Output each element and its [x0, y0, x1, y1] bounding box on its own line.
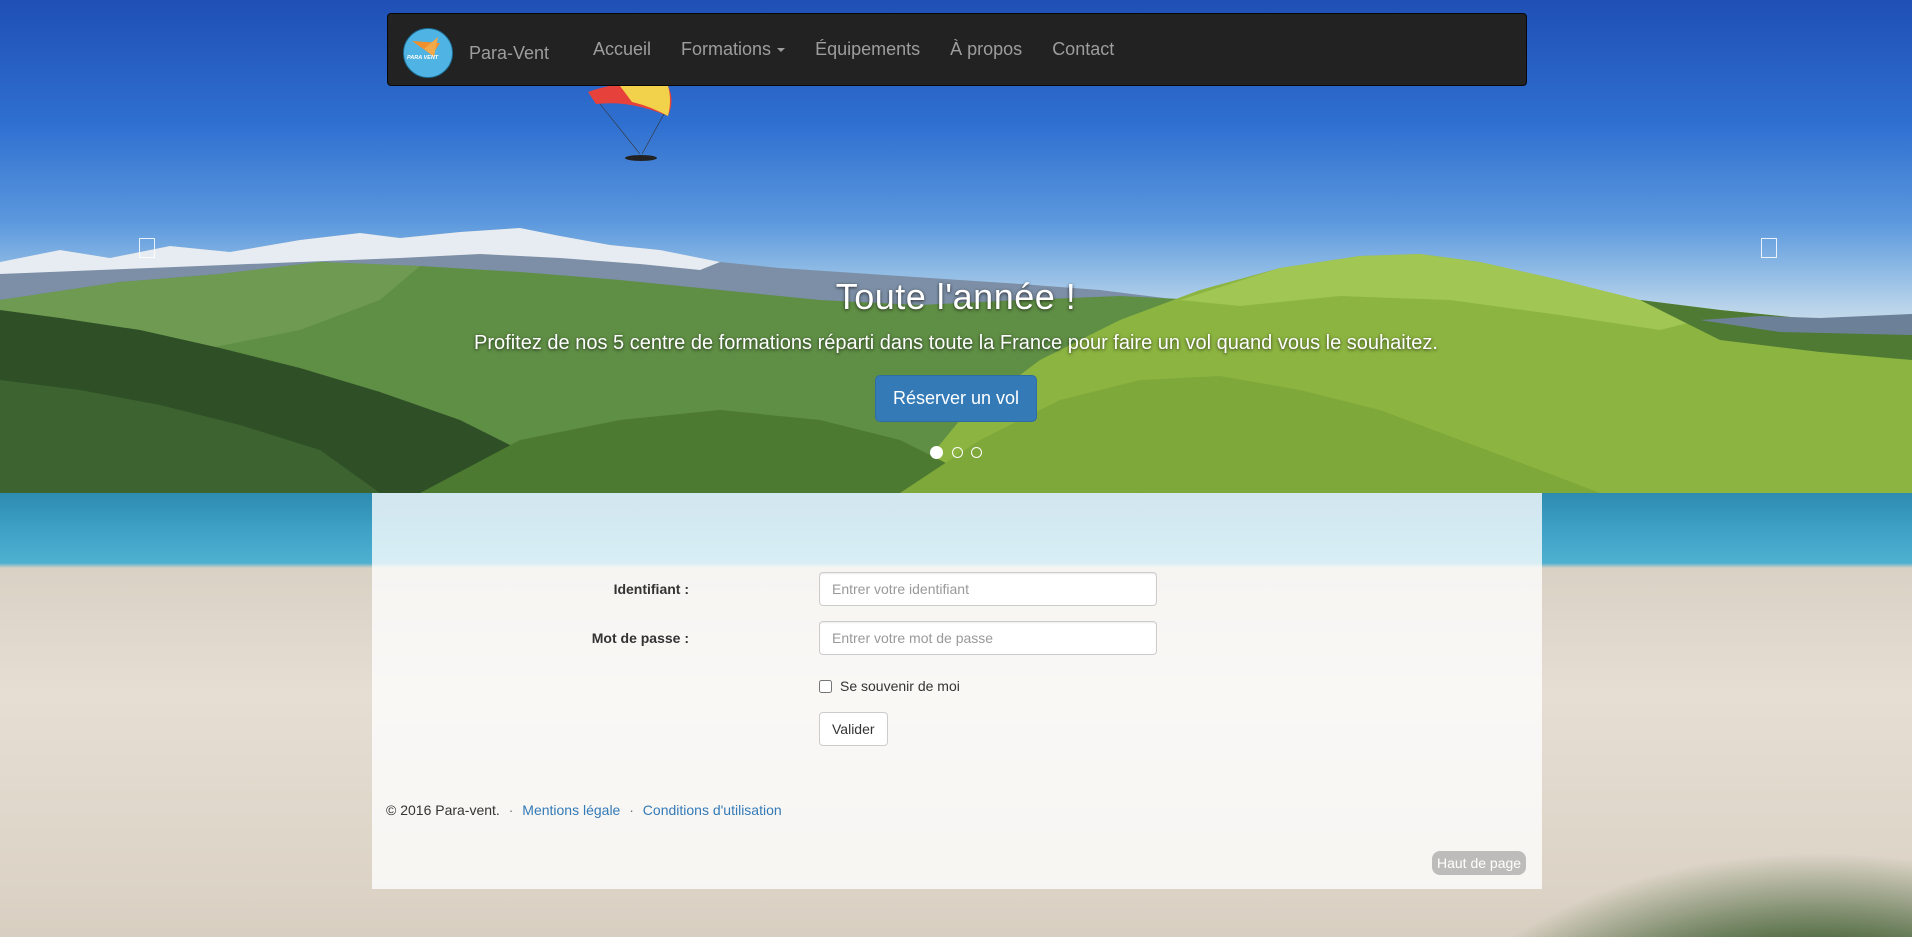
- nav-item-formations-label: Formations: [681, 39, 772, 59]
- terms-link[interactable]: Conditions d'utilisation: [643, 802, 782, 818]
- main-nav: Accueil Formations Équipements À propos …: [578, 14, 1129, 85]
- carousel-caption: Toute l'année ! Profitez de nos 5 centre…: [0, 276, 1912, 422]
- nav-item-equipements[interactable]: Équipements: [800, 39, 935, 60]
- logo: PARA VENT: [403, 28, 453, 78]
- book-flight-button[interactable]: Réserver un vol: [874, 375, 1038, 422]
- carousel-prev-control[interactable]: [139, 238, 155, 258]
- back-to-top-link[interactable]: Haut de page: [1432, 851, 1527, 875]
- legal-notice-link[interactable]: Mentions légale: [522, 802, 620, 818]
- main-container: Identifiant : Mot de passe : Se souvenir…: [372, 493, 1542, 889]
- carousel-indicator-2[interactable]: [951, 447, 963, 458]
- username-row: Identifiant :: [439, 572, 689, 606]
- carousel-next-control[interactable]: [1761, 238, 1777, 258]
- footer-separator: ·: [508, 802, 514, 818]
- nav-item-contact[interactable]: Contact: [1037, 39, 1129, 60]
- footer-separator: ·: [629, 802, 634, 818]
- carousel-indicator-1[interactable]: [930, 446, 944, 459]
- footer: © 2016 Para-vent. · Mentions légale · Co…: [386, 802, 782, 818]
- copyright-text: © 2016 Para-vent.: [386, 802, 500, 818]
- carousel-title: Toute l'année !: [835, 276, 1077, 317]
- nav-item-formations[interactable]: Formations: [666, 39, 800, 60]
- carousel-indicator-3[interactable]: [970, 447, 982, 458]
- top-navbar: PARA VENT Para-Vent Accueil Formations É…: [387, 13, 1527, 86]
- caret-down-icon: [777, 48, 786, 53]
- password-row: Mot de passe :: [439, 621, 689, 655]
- carousel-indicators: [0, 445, 1912, 463]
- brand[interactable]: PARA VENT Para-Vent: [403, 28, 549, 78]
- nav-item-a-propos[interactable]: À propos: [935, 39, 1037, 60]
- submit-button[interactable]: Valider: [819, 712, 888, 746]
- carousel-text: Profitez de nos 5 centre de formations r…: [474, 332, 1438, 354]
- logo-wordmark: PARA VENT: [407, 55, 439, 61]
- remember-me-checkbox[interactable]: [819, 679, 832, 693]
- password-label: Mot de passe :: [591, 630, 689, 646]
- password-input[interactable]: [819, 621, 1157, 655]
- nav-item-accueil[interactable]: Accueil: [578, 39, 666, 60]
- remember-me-row[interactable]: Se souvenir de moi: [819, 678, 960, 694]
- username-input[interactable]: [819, 572, 1157, 606]
- paraglider-logo-icon: PARA VENT: [407, 37, 440, 61]
- username-label: Identifiant :: [613, 581, 689, 597]
- remember-me-label: Se souvenir de moi: [840, 678, 960, 694]
- brand-name: Para-Vent: [469, 42, 550, 63]
